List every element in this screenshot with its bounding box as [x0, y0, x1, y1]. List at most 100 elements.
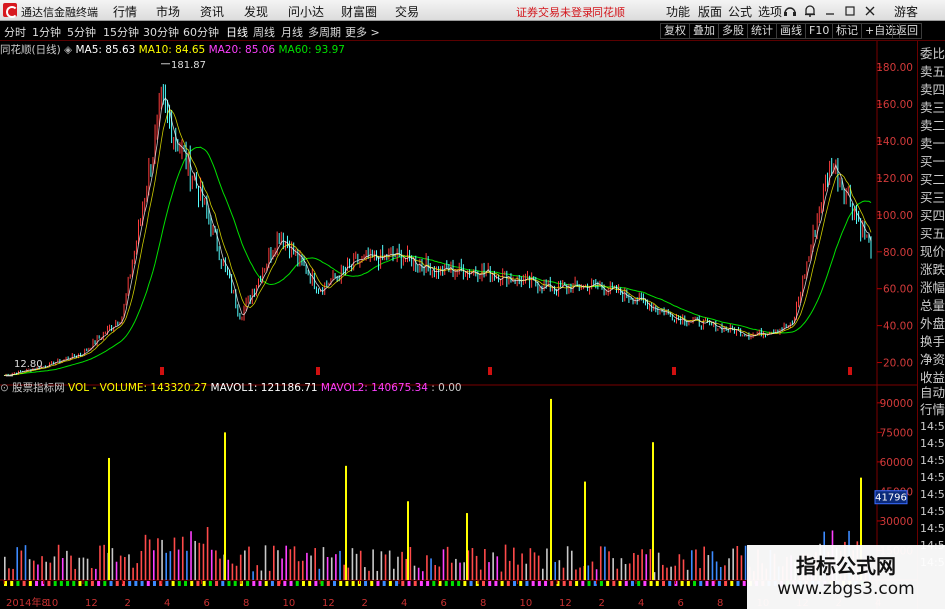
signal-strip [419, 581, 423, 586]
volume-bar [289, 549, 292, 580]
volume-bar [376, 570, 379, 580]
signal-strip [128, 581, 132, 586]
volume-bar [620, 558, 623, 580]
volume-bar [500, 571, 503, 580]
signal-strip [289, 581, 293, 586]
menu-news[interactable]: 资讯 [200, 3, 224, 20]
back-button[interactable]: 返回 [892, 23, 922, 39]
menu-options[interactable]: 选项 [758, 3, 782, 20]
volume-info-line: ⊙ 股票指标网 VOL - VOLUME: 143320.27 MAVOL1: … [0, 380, 462, 394]
volume-bars [4, 398, 871, 586]
volume-bar [206, 527, 209, 580]
stock-name[interactable]: 同花顺(日线) [0, 44, 61, 56]
volume-bar [293, 546, 296, 580]
overlay-button[interactable]: 叠加 [689, 23, 719, 39]
menu-quotes[interactable]: 行情 [113, 3, 137, 20]
volume-bar [728, 558, 730, 580]
volume-bar [421, 571, 424, 580]
period-daily[interactable]: 日线 [226, 24, 248, 40]
volume-bar [177, 549, 180, 580]
period-15min[interactable]: 15分钟 [103, 24, 139, 40]
volume-bar [616, 568, 619, 580]
adjust-button[interactable]: 复权 [660, 23, 690, 39]
volume-bar [281, 558, 283, 580]
date-tick-label: 6 [204, 598, 210, 609]
app-logo-icon [3, 3, 18, 18]
minimize-icon[interactable] [823, 4, 837, 18]
signal-strip [388, 581, 392, 586]
period-weekly[interactable]: 周线 [253, 24, 275, 40]
volume-bar [662, 564, 664, 580]
draw-line-button[interactable]: 画线 [776, 23, 806, 39]
volume-tick-label: 30000 [880, 516, 913, 528]
volume-bar [446, 546, 449, 580]
volume-bar [66, 550, 68, 580]
volume-bar [128, 554, 130, 580]
signal-strip [258, 581, 262, 586]
volume-bar [140, 550, 143, 580]
headset-icon[interactable] [783, 4, 797, 18]
volume-bar [301, 560, 304, 580]
period-multi[interactable]: 多周期 [308, 24, 341, 40]
volume-bar [579, 567, 581, 580]
mark-button[interactable]: 标记 [832, 23, 862, 39]
f10-button[interactable]: F10 [805, 23, 834, 39]
period-1min[interactable]: 1分钟 [32, 24, 61, 40]
volume-bar [645, 554, 648, 580]
bell-icon[interactable] [803, 4, 817, 18]
multi-stock-button[interactable]: 多股 [718, 23, 748, 39]
indicator-settings-icon[interactable]: ⊙ [0, 382, 9, 394]
period-60min[interactable]: 60分钟 [183, 24, 219, 40]
volume-tick-label: 75000 [880, 427, 913, 439]
volume-bar [686, 569, 689, 580]
signal-strip [221, 581, 225, 586]
statistics-button[interactable]: 统计 [747, 23, 777, 39]
volume-bar [53, 556, 56, 580]
period-monthly[interactable]: 月线 [281, 24, 303, 40]
login-warning[interactable]: 证券交易未登录 [516, 4, 593, 20]
broker-name[interactable]: 同花顺 [592, 4, 625, 20]
volume-bar [20, 550, 23, 580]
indicator-name[interactable]: 股票指标网 [12, 382, 65, 394]
menu-discover[interactable]: 发现 [244, 3, 268, 20]
menu-layout[interactable]: 版面 [698, 3, 722, 20]
tick-time: 14:5 [920, 454, 945, 467]
period-30min[interactable]: 30分钟 [143, 24, 179, 40]
volume-bar [95, 568, 97, 580]
date-tick-label: 10 [520, 598, 533, 609]
volume-bar [297, 561, 300, 580]
guest-user[interactable]: 游客 [894, 3, 918, 20]
menu-ask-xiaoda[interactable]: 问小达 [288, 3, 324, 20]
volume-bar [380, 551, 383, 580]
volume-bar [719, 566, 722, 580]
volume-bar [434, 565, 436, 580]
volume-bar [169, 551, 172, 580]
menu-function[interactable]: 功能 [666, 3, 690, 20]
signal-strip [339, 581, 343, 586]
quote-panel-label: 卖三 [920, 100, 945, 115]
period-intraday[interactable]: 分时 [4, 24, 26, 40]
volume-bar [479, 569, 482, 580]
date-tick-label: 2 [599, 598, 605, 609]
close-icon[interactable] [863, 4, 877, 18]
maximize-icon[interactable] [843, 4, 857, 18]
stock-chart[interactable]: 180.00 160.00 140.00 120.00 100.00 80.00 60.00… [0, 41, 917, 609]
collapse-icon[interactable]: ◈ [64, 44, 72, 56]
period-more[interactable]: 更多 > [345, 24, 380, 40]
menu-market[interactable]: 市场 [156, 3, 180, 20]
signal-strip [525, 581, 529, 586]
volume-bar [649, 549, 652, 580]
signal-strip [171, 581, 175, 586]
volume-bar [244, 550, 246, 580]
volume-bar [442, 549, 445, 580]
period-5min[interactable]: 5分钟 [67, 24, 96, 40]
menu-trade[interactable]: 交易 [395, 3, 419, 20]
volume-bar [82, 557, 85, 580]
volume-bar [318, 568, 321, 580]
menu-wealth-circle[interactable]: 财富圈 [341, 3, 377, 20]
signal-strip [333, 581, 337, 586]
menu-formula[interactable]: 公式 [728, 3, 752, 20]
volume-bar [628, 563, 631, 580]
volume-bar [260, 570, 263, 580]
chart-grid [0, 41, 917, 609]
